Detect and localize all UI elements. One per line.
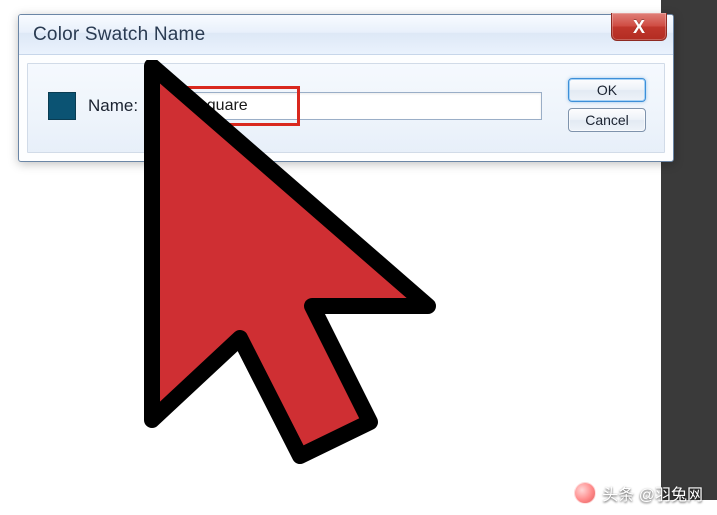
color-swatch-preview: [48, 92, 76, 120]
watermark-text: 头条 @羽兔网: [602, 481, 703, 505]
close-button[interactable]: X: [611, 13, 667, 41]
dialog-client-area: Name: OK Cancel: [27, 63, 665, 153]
name-label: Name:: [88, 96, 138, 116]
dialog-titlebar: Color Swatch Name X: [19, 15, 673, 55]
name-input[interactable]: [150, 92, 542, 120]
watermark: 头条 @羽兔网: [574, 481, 703, 505]
watermark-avatar-icon: [574, 482, 596, 504]
dialog-title: Color Swatch Name: [33, 24, 205, 46]
color-swatch-name-dialog: Color Swatch Name X Name: OK Cancel: [18, 14, 674, 162]
cancel-button[interactable]: Cancel: [568, 108, 646, 132]
close-icon: X: [633, 18, 645, 36]
ok-button[interactable]: OK: [568, 78, 646, 102]
